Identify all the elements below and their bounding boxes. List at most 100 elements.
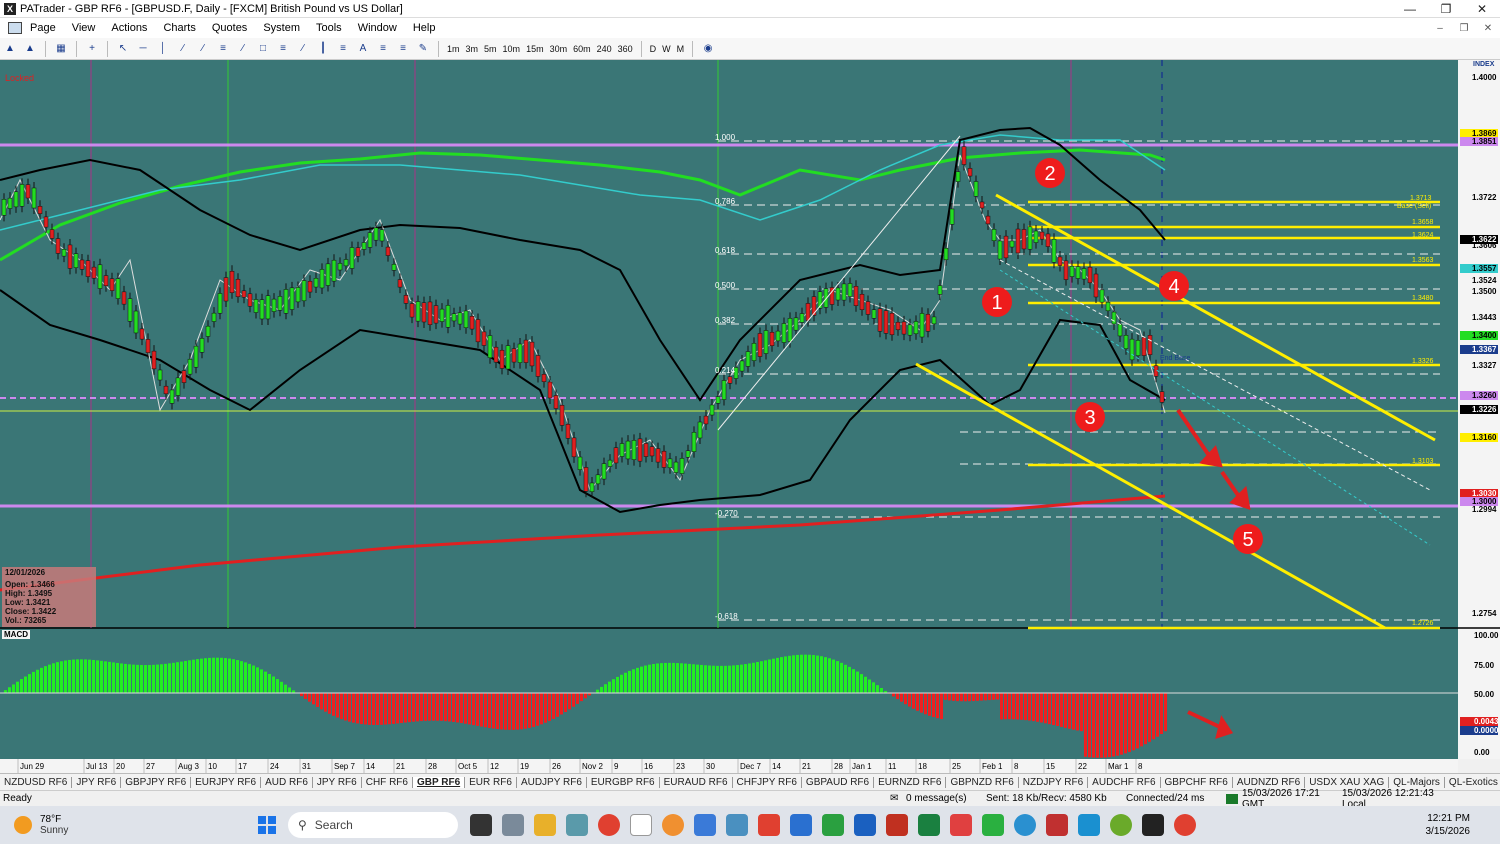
timeframe-5m[interactable]: 5m [484,44,497,54]
powerpoint-icon[interactable] [886,814,908,836]
child-minimize-button[interactable]: – [1428,23,1452,34]
timeframe-weekly[interactable]: W [662,44,671,54]
timeframe-monthly[interactable]: M [677,44,685,54]
chart-tab[interactable]: CHF RF6 [362,776,413,788]
app-icon[interactable] [822,814,844,836]
chart-tab[interactable]: AUDJPY RF6 [517,776,587,788]
chart-tab[interactable]: JPY RF6 [313,776,362,788]
chart-tab[interactable]: USDX XAU XAG [1305,776,1390,788]
chart-tab[interactable]: GBPNZD RF6 [946,776,1019,788]
page-icon[interactable] [8,22,22,34]
chart-tab[interactable]: EURJPY RF6 [191,776,262,788]
timeframe-15m[interactable]: 15m [526,44,544,54]
vertical-line-icon[interactable]: │ [155,42,171,56]
chart-tab[interactable]: AUDNZD RF6 [1233,776,1306,788]
text-icon[interactable]: A [355,42,371,56]
app-icon[interactable] [950,814,972,836]
menu-actions[interactable]: Actions [103,22,155,34]
cursor-icon[interactable]: ↖ [115,42,131,56]
timeframe-3m[interactable]: 3m [466,44,479,54]
status-messages[interactable]: 0 message(s) [906,793,986,804]
clock-icon[interactable]: ◉ [700,42,716,56]
chart-tab[interactable]: GBPCHF RF6 [1161,776,1233,788]
cycle-icon[interactable]: ┃ [315,42,331,56]
app-icon[interactable] [982,814,1004,836]
menu-charts[interactable]: Charts [155,22,203,34]
mail-icon[interactable]: ✉ [890,793,906,804]
app-icon[interactable] [790,814,812,836]
task-view-icon[interactable] [470,814,492,836]
timeframe-30m[interactable]: 30m [550,44,568,54]
chrome-icon[interactable] [1174,814,1196,836]
taskbar-search[interactable]: ⚲ Search [288,812,458,838]
price-chart[interactable]: 12345 1.0000.7860.6180.5000.3820.214-0.2… [0,60,1500,773]
child-close-button[interactable]: ✕ [1476,23,1500,34]
app-icon[interactable] [758,814,780,836]
chrome-icon[interactable] [598,814,620,836]
child-restore-button[interactable]: ❐ [1452,23,1476,34]
chart-area[interactable]: 12345 1.000 0.786 0.618 0.500 0.382 0.214 -0.2… [0,60,1500,773]
chart-tab[interactable]: AUD RF6 [261,776,313,788]
retracement-icon[interactable]: ≡ [375,42,391,56]
crosshair-icon[interactable]: + [84,42,100,56]
chart-tab[interactable]: EUR RF6 [465,776,517,788]
calculator-icon[interactable] [502,814,524,836]
menu-system[interactable]: System [255,22,308,34]
chart-tab[interactable]: NZDUSD RF6 [0,776,73,788]
chart-tab[interactable]: QL-Majors [1389,776,1445,788]
app-icon[interactable] [566,814,588,836]
menu-tools[interactable]: Tools [308,22,350,34]
windows-start-icon[interactable] [258,816,276,834]
rectangle-icon[interactable]: □ [255,42,271,56]
menu-view[interactable]: View [64,22,104,34]
gann-icon[interactable]: ∕ [235,42,251,56]
close-button[interactable]: ✕ [1464,0,1500,18]
pitchfork-icon[interactable]: ≡ [335,42,351,56]
timeframe-240[interactable]: 240 [597,44,612,54]
channel-icon[interactable]: ∕ [195,42,211,56]
weather-widget[interactable]: 78°F Sunny [0,814,240,836]
extension-icon[interactable]: ≡ [395,42,411,56]
menu-window[interactable]: Window [350,22,405,34]
app-icon[interactable] [1078,814,1100,836]
telegram-icon[interactable] [1014,814,1036,836]
menu-page[interactable]: Page [22,22,64,34]
minimize-button[interactable]: — [1392,0,1428,18]
chart-tab[interactable]: EURGBP RF6 [587,776,660,788]
timeframe-1m[interactable]: 1m [447,44,460,54]
connect-icon[interactable]: ▲ [2,42,18,56]
chart-tab[interactable]: CHFJPY RF6 [733,776,802,788]
app-icon[interactable] [1110,814,1132,836]
chart-tab[interactable]: AUDCHF RF6 [1088,776,1161,788]
chart-tab[interactable]: GBPJPY RF6 [121,776,192,788]
chart-tab[interactable]: EURNZD RF6 [874,776,947,788]
menu-quotes[interactable]: Quotes [204,22,255,34]
fibonacci-icon[interactable]: ≡ [215,42,231,56]
trendline-icon[interactable]: ∕ [175,42,191,56]
chart-tab[interactable]: JPY RF6 [72,776,122,788]
file-explorer-icon[interactable] [534,814,556,836]
timeframe-10m[interactable]: 10m [503,44,521,54]
horizontal-line-icon[interactable]: ─ [135,42,151,56]
maximize-button[interactable]: ❐ [1428,0,1464,18]
chart-tab[interactable]: EURAUD RF6 [660,776,733,788]
notepad-icon[interactable] [694,814,716,836]
excel-icon[interactable] [918,814,940,836]
timeframe-daily[interactable]: D [650,44,657,54]
chart-icon[interactable]: ▦ [53,42,69,56]
menu-help[interactable]: Help [405,22,444,34]
chart-tab[interactable]: GBPAUD RF6 [802,776,875,788]
app-icon[interactable] [1142,814,1164,836]
timeframe-60m[interactable]: 60m [573,44,591,54]
disconnect-icon[interactable]: ▲ [22,42,38,56]
system-clock[interactable]: 12:21 PM 3/15/2026 [1426,812,1500,838]
fan-icon[interactable]: ∕ [295,42,311,56]
photos-icon[interactable] [726,814,748,836]
fib-levels-icon[interactable]: ≡ [275,42,291,56]
patrader-icon[interactable] [630,814,652,836]
app-icon[interactable] [1046,814,1068,836]
outlook-icon[interactable] [854,814,876,836]
chart-tab[interactable]: NZDJPY RF6 [1019,776,1089,788]
timeframe-360[interactable]: 360 [618,44,633,54]
app-icon[interactable] [662,814,684,836]
